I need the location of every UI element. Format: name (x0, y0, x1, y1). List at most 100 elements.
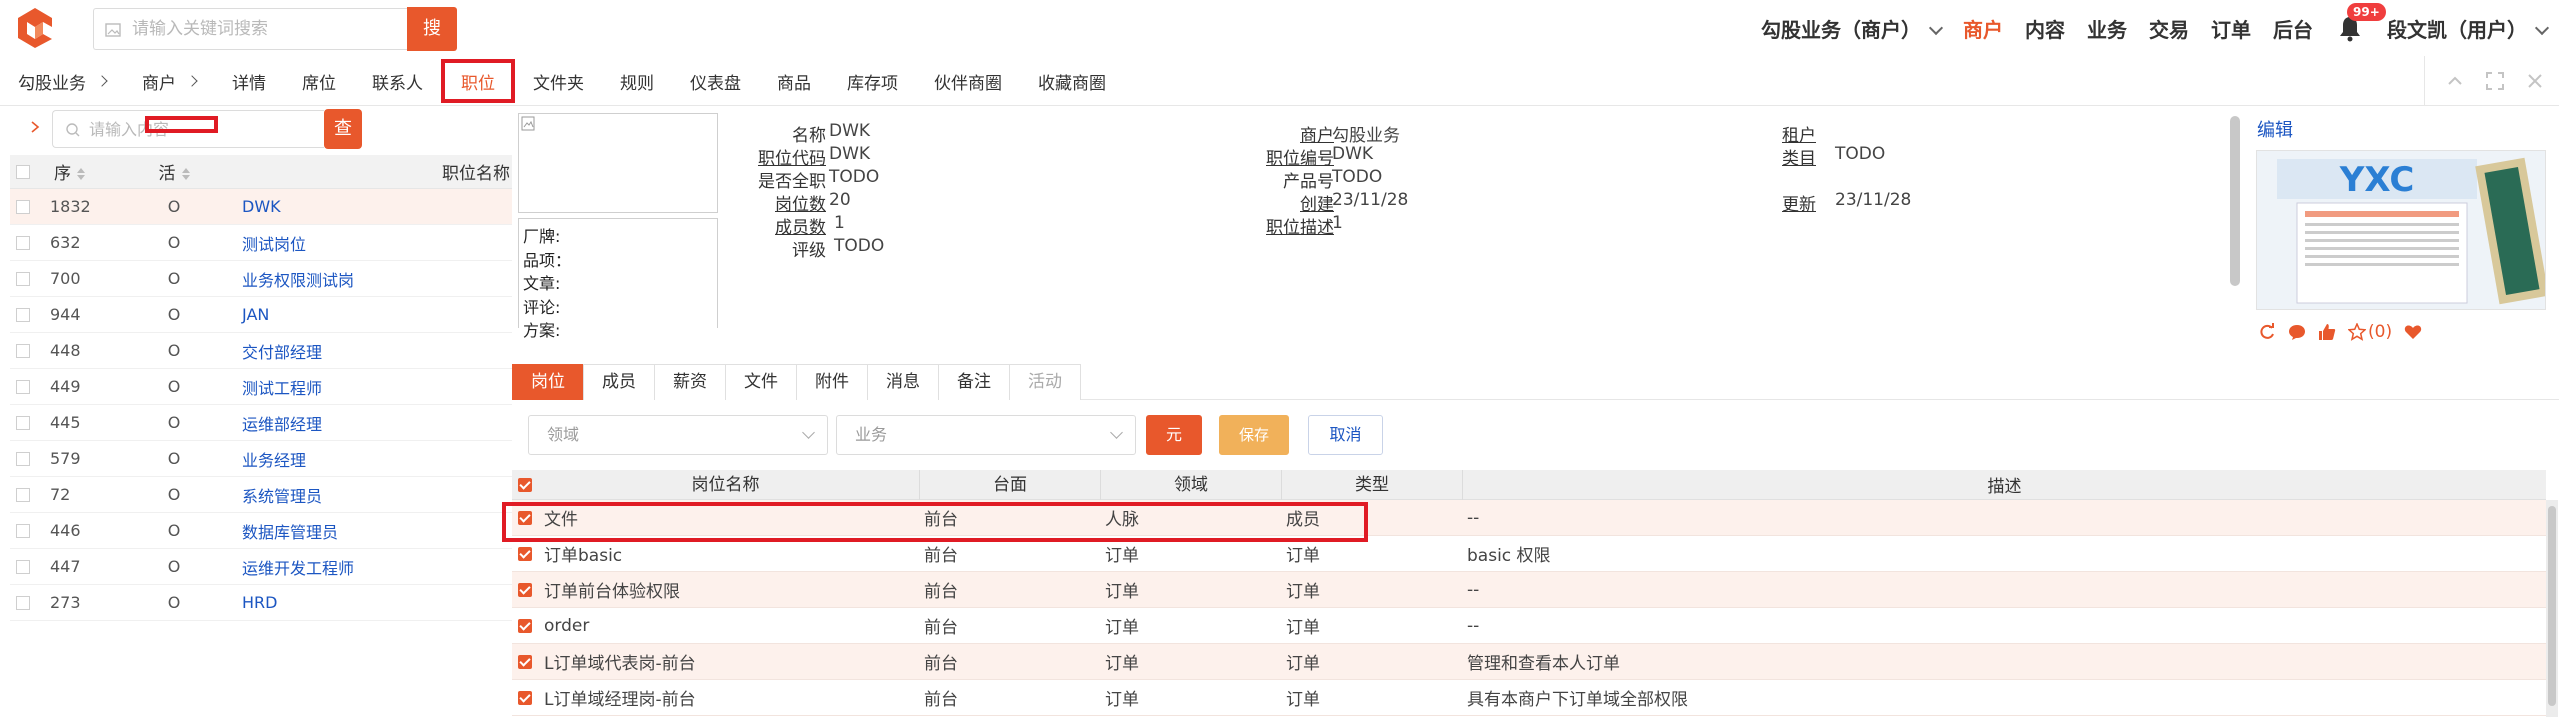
refresh-icon[interactable] (2258, 323, 2276, 341)
table-row[interactable]: 449 O 测试工程师 (10, 369, 512, 405)
row-checkbox[interactable] (16, 523, 30, 538)
org-switcher[interactable]: 勾股业务（商户） (1761, 14, 1944, 43)
row-checkbox[interactable] (16, 271, 30, 286)
cancel-button[interactable]: 取消 (1308, 415, 1383, 455)
menu-business[interactable]: 业务 (2087, 14, 2127, 43)
category-label[interactable]: 类目 (1782, 144, 1842, 169)
col-domain[interactable]: 领域 (1101, 469, 1282, 500)
user-menu[interactable]: 段文凯（用户） (2387, 14, 2550, 43)
subtab-activity[interactable]: 活动 (1009, 364, 1081, 400)
col-platform[interactable]: 台面 (920, 469, 1101, 500)
heart-icon[interactable] (2404, 323, 2422, 341)
members-label[interactable]: 成员数 (736, 213, 826, 238)
tenant-label[interactable]: 租户 (1782, 121, 1842, 146)
row-position-name-link[interactable]: 数据库管理员 (230, 519, 512, 543)
col-type[interactable]: 类型 (1282, 469, 1463, 500)
subtab-files[interactable]: 文件 (725, 364, 797, 400)
table-row[interactable]: 446 O 数据库管理员 (10, 513, 512, 549)
global-search-input[interactable] (132, 9, 402, 49)
tab-rules[interactable]: 规则 (602, 56, 672, 106)
tab-dashboard[interactable]: 仪表盘 (672, 56, 759, 106)
position-thumbnail[interactable]: YXC (2256, 150, 2546, 310)
row-checkbox[interactable] (16, 451, 30, 466)
select-all-checkbox[interactable] (16, 164, 30, 179)
row-position-name-link[interactable]: 交付部经理 (230, 339, 512, 363)
col-active[interactable]: 活 (118, 159, 230, 184)
tab-goods[interactable]: 商品 (759, 56, 829, 106)
row-checkbox[interactable] (16, 199, 30, 214)
table-row[interactable]: 445 O 运维部经理 (10, 405, 512, 441)
comment-icon[interactable] (2288, 323, 2306, 341)
save-button[interactable]: 保存 (1219, 415, 1289, 455)
crumb-gougu[interactable]: 勾股业务 (0, 56, 124, 106)
menu-merchant[interactable]: 商户 (1963, 14, 2003, 43)
row-position-name-link[interactable]: 业务经理 (230, 447, 512, 471)
position-search-button[interactable]: 查 (324, 109, 362, 149)
row-checkbox[interactable] (16, 595, 30, 610)
collapse-up-icon[interactable] (2445, 71, 2465, 91)
table-row[interactable]: L订单域代表岗-前台 前台 订单 订单 管理和查看本人订单 (512, 644, 2546, 680)
number-label[interactable]: 职位编号 (1244, 144, 1334, 169)
expand-right-icon[interactable] (28, 120, 42, 134)
subtab-messages[interactable]: 消息 (867, 364, 939, 400)
col-post-name[interactable]: 岗位名称 (532, 469, 920, 500)
subtab-attachments[interactable]: 附件 (796, 364, 868, 400)
row-position-name-link[interactable]: 测试岗位 (230, 231, 512, 255)
tab-favorite-circle[interactable]: 收藏商圈 (1020, 56, 1124, 106)
grid-scrollbar-thumb[interactable] (2548, 506, 2556, 706)
table-row[interactable]: 订单前台体验权限 前台 订单 订单 -- (512, 572, 2546, 608)
col-seq[interactable]: 序 (30, 159, 118, 184)
updated-label[interactable]: 更新 (1782, 190, 1842, 215)
row-checkbox[interactable] (518, 618, 532, 633)
table-row[interactable]: order 前台 订单 订单 -- (512, 608, 2546, 644)
table-row[interactable]: 273 O HRD (10, 585, 512, 621)
row-checkbox[interactable] (518, 546, 532, 561)
table-row[interactable]: 448 O 交付部经理 (10, 333, 512, 369)
favorite-toggle[interactable]: (0) (2348, 322, 2392, 342)
subtab-notes[interactable]: 备注 (938, 364, 1010, 400)
thumbs-up-icon[interactable] (2318, 323, 2336, 341)
table-row[interactable]: 1832 O DWK (10, 189, 512, 225)
tab-position[interactable]: 职位 (441, 59, 515, 103)
created-label[interactable]: 创建 (1244, 190, 1334, 215)
menu-order[interactable]: 订单 (2211, 14, 2251, 43)
table-row[interactable]: 944 O JAN (10, 297, 512, 333)
row-checkbox[interactable] (16, 379, 30, 394)
row-checkbox[interactable] (518, 582, 532, 597)
subtab-salary[interactable]: 薪资 (654, 364, 726, 400)
yuan-button[interactable]: 元 (1146, 415, 1202, 455)
business-select[interactable]: 业务 (836, 415, 1136, 455)
position-photo[interactable] (518, 113, 718, 213)
row-checkbox[interactable] (518, 690, 532, 705)
grid-scrollbar[interactable] (2546, 500, 2558, 717)
merchant-label[interactable]: 商户 (1244, 121, 1334, 146)
select-all-checkbox[interactable] (518, 477, 532, 492)
menu-backend[interactable]: 后台 (2273, 14, 2313, 43)
menu-trade[interactable]: 交易 (2149, 14, 2189, 43)
row-checkbox[interactable] (16, 235, 30, 250)
global-search-button[interactable]: 搜 (407, 7, 457, 51)
menu-content[interactable]: 内容 (2025, 14, 2065, 43)
row-checkbox[interactable] (16, 487, 30, 502)
fullscreen-icon[interactable] (2485, 71, 2505, 91)
row-position-name-link[interactable]: HRD (230, 593, 512, 612)
close-icon[interactable] (2525, 71, 2545, 91)
tab-detail[interactable]: 详情 (214, 56, 284, 106)
tab-folder[interactable]: 文件夹 (515, 56, 602, 106)
row-checkbox[interactable] (16, 559, 30, 574)
domain-select[interactable]: 领域 (528, 415, 828, 455)
table-row[interactable]: L订单域经理岗-前台 前台 订单 订单 具有本商户下订单域全部权限 (512, 680, 2546, 716)
row-position-name-link[interactable]: 运维部经理 (230, 411, 512, 435)
tab-contact[interactable]: 联系人 (354, 56, 441, 106)
row-checkbox[interactable] (16, 307, 30, 322)
count-label[interactable]: 岗位数 (736, 190, 826, 215)
tab-inventory[interactable]: 库存项 (829, 56, 916, 106)
notification-bell[interactable]: 99+ (2335, 3, 2386, 43)
subtab-members[interactable]: 成员 (583, 364, 655, 400)
col-description[interactable]: 描述 (1463, 472, 2546, 497)
row-position-name-link[interactable]: DWK (230, 197, 512, 216)
edit-link[interactable]: 编辑 (2257, 116, 2293, 142)
row-position-name-link[interactable]: 业务权限测试岗 (230, 267, 512, 291)
detail-scrollbar[interactable] (2230, 116, 2240, 286)
table-row[interactable]: 700 O 业务权限测试岗 (10, 261, 512, 297)
